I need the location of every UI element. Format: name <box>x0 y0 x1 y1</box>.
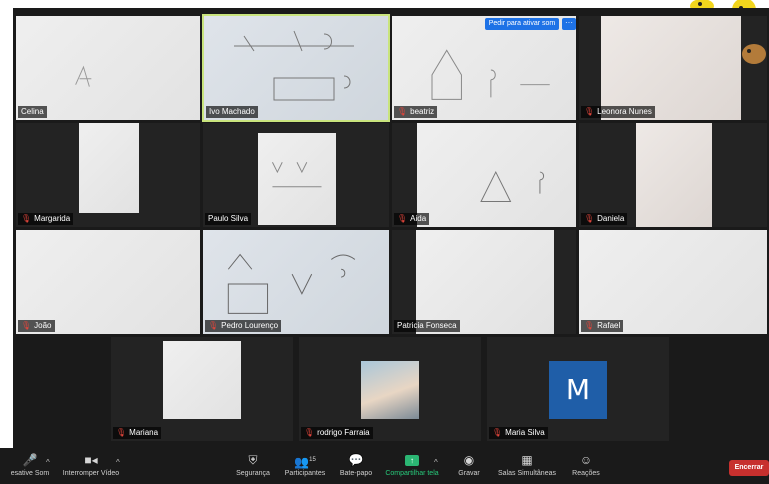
muted-mic-icon: 🎙 <box>584 107 595 116</box>
participant-name: 🎙 Mariana <box>113 427 162 439</box>
muted-mic-icon: 🎙 <box>21 321 32 330</box>
video-tile[interactable]: 🎙 beatriz <box>391 15 577 121</box>
video-tile[interactable]: Patricia Fonseca <box>391 229 577 335</box>
breakout-rooms-button[interactable]: ▦ Salas Simultâneas <box>496 450 558 477</box>
video-tile[interactable]: 🎙 Aida <box>391 122 577 228</box>
fish-sticker <box>739 40 767 68</box>
participant-name: Patricia Fonseca <box>394 320 460 332</box>
chevron-up-icon[interactable]: ^ <box>116 458 120 467</box>
participants-count: 15 <box>309 457 316 463</box>
video-feed <box>163 341 241 419</box>
video-feed <box>636 123 712 227</box>
video-tile[interactable]: Paulo Silva <box>202 122 390 228</box>
drawing <box>480 170 545 202</box>
more-options-button[interactable]: ··· <box>562 18 576 30</box>
end-meeting-button[interactable]: Encerrar <box>729 460 769 476</box>
participant-name: 🎙 rodrigo Farraia <box>301 427 373 439</box>
security-button[interactable]: ⛨ Segurança <box>232 450 274 477</box>
muted-mic-icon: 🎙 <box>397 107 408 116</box>
smiley-add-icon: ☺ <box>579 453 593 467</box>
muted-mic-icon: 🎙 <box>208 321 219 330</box>
participant-name: 🎙 Pedro Lourenço <box>205 320 282 332</box>
video-tile[interactable]: 🎙 Mariana <box>110 336 294 442</box>
participants-button[interactable]: 👥15 Participantes <box>282 450 328 477</box>
muted-mic-icon: 🎙 <box>116 428 127 437</box>
participant-name: 🎙 beatriz <box>394 106 438 118</box>
drawing <box>227 253 356 314</box>
participant-name: Paulo Silva <box>205 213 252 225</box>
record-icon: ◉ <box>463 453 475 467</box>
video-tile[interactable]: 🎙 rodrigo Farraia <box>298 336 482 442</box>
video-tile[interactable]: 🎙 João <box>15 229 201 335</box>
participant-name: 🎙 Rafael <box>581 320 624 332</box>
muted-mic-icon: 🎙 <box>492 428 503 437</box>
avatar: M <box>549 361 607 419</box>
video-tile-active-speaker[interactable]: Ivo Machado <box>202 14 390 122</box>
record-button[interactable]: ◉ Gravar <box>455 450 483 477</box>
participant-name: 🎙 Maria Silva <box>489 427 548 439</box>
video-tile[interactable]: Celina <box>15 15 201 121</box>
muted-mic-icon: 🎙 <box>584 321 595 330</box>
participant-name: Ivo Machado <box>206 106 258 118</box>
muted-mic-icon: 🎙 <box>21 214 32 223</box>
participant-name: 🎙 Aida <box>394 213 430 225</box>
participant-name: 🎙 Margarida <box>18 213 74 225</box>
participant-name: Celina <box>18 106 47 118</box>
muted-mic-icon: 🎙 <box>397 214 408 223</box>
drawing <box>272 162 322 188</box>
chevron-up-icon[interactable]: ^ <box>434 458 438 467</box>
video-feed <box>79 123 139 213</box>
chevron-up-icon[interactable]: ^ <box>46 458 50 467</box>
share-screen-icon: ↑ <box>405 455 419 467</box>
video-tile[interactable]: 🎙 Daniela <box>578 122 768 228</box>
video-tile[interactable]: M 🎙 Maria Silva <box>486 336 670 442</box>
video-tile[interactable]: 🎙 Rafael <box>578 229 768 335</box>
chat-button[interactable]: 💬 Bate-papo <box>336 450 376 477</box>
drawing <box>75 65 92 87</box>
muted-mic-icon: 🎙 <box>304 428 315 437</box>
video-gallery: Celina Ivo Machado 🎙 beatriz 🎙 Leonora Nun… <box>13 8 769 448</box>
muted-mic-icon: 🎙 <box>584 214 595 223</box>
participant-name: 🎙 João <box>18 320 55 332</box>
people-icon: 👥15 <box>294 455 316 469</box>
video-camera-icon: ■◂ <box>84 453 98 467</box>
participant-name: 🎙 Leonora Nunes <box>581 106 655 118</box>
video-tile[interactable]: 🎙 Pedro Lourenço <box>202 229 390 335</box>
reactions-button[interactable]: ☺ Reações <box>569 450 603 477</box>
chat-bubble-icon: 💬 <box>348 453 364 467</box>
request-unmute-button[interactable]: Pedir para ativar som <box>485 18 559 30</box>
shield-icon: ⛨ <box>248 453 258 467</box>
drawing <box>431 49 550 100</box>
profile-photo <box>361 361 419 419</box>
participant-name: 🎙 Daniela <box>581 213 628 225</box>
video-tile[interactable]: 🎙 Margarida <box>15 122 201 228</box>
meeting-toolbar: 🎤 esative Som ^ ■◂ Interromper Vídeo ^ ⛨… <box>0 448 769 484</box>
share-screen-button[interactable]: ↑ Compartilhar tela <box>383 450 441 477</box>
drawing <box>234 30 354 101</box>
grid-icon: ▦ <box>521 453 533 467</box>
video-tile[interactable]: 🎙 Leonora Nunes <box>578 15 768 121</box>
stop-video-button[interactable]: ■◂ Interromper Vídeo <box>60 450 122 477</box>
